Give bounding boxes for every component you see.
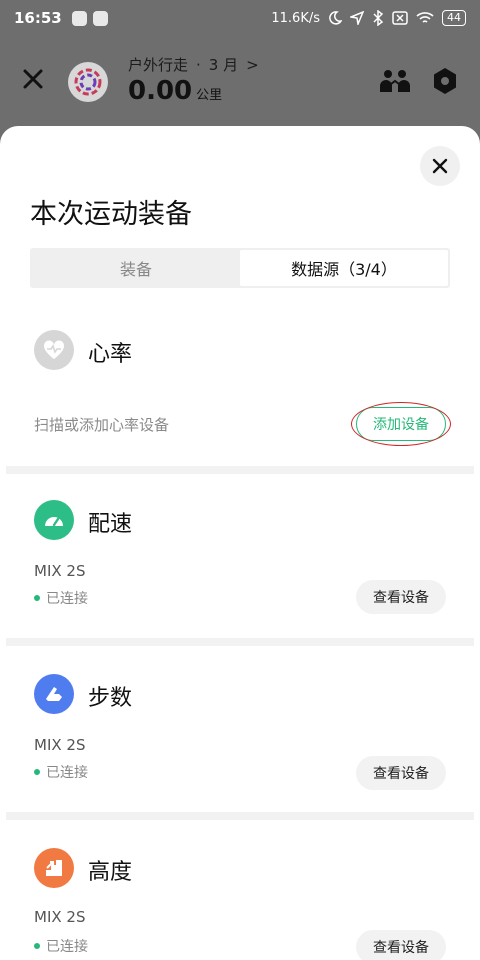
sensor-card-altitude: 高度 MIX 2S 已连接 查看设备 — [0, 820, 480, 960]
telegram-icon — [71, 10, 87, 26]
sensor-hint: 扫描或添加心率设备 — [34, 416, 170, 434]
no-sim-icon — [392, 11, 408, 25]
card-separator — [6, 466, 474, 474]
sensor-title: 配速 — [88, 512, 133, 537]
sensor-title: 高度 — [88, 860, 133, 885]
activity-month: 3 月 — [208, 56, 239, 74]
group-icon[interactable] — [378, 66, 412, 96]
device-name: MIX 2S — [34, 908, 86, 926]
sensor-title: 心率 — [88, 342, 133, 367]
tab-equipment[interactable]: 装备 — [32, 250, 240, 286]
connection-status: 已连接 — [34, 936, 88, 956]
moon-icon — [329, 11, 342, 25]
sensor-card-steps: 步数 MIX 2S 已连接 查看设备 — [0, 646, 480, 812]
status-notification-icons — [71, 10, 108, 26]
connected-dot-icon — [34, 943, 40, 949]
distance-unit: 公里 — [196, 88, 223, 103]
connected-dot-icon — [34, 595, 40, 601]
location-icon — [350, 11, 364, 25]
sensor-card-pace: 配速 MIX 2S 已连接 查看设备 — [0, 474, 480, 638]
connection-status-text: 已连接 — [46, 591, 88, 607]
sensor-title: 步数 — [88, 686, 133, 711]
status-bar: 16:53 11.6K/s 44 — [0, 0, 480, 36]
equipment-sheet: 本次运动装备 装备 数据源（3/4） 心率 扫描或添加心率设备 添加设备 配速 … — [0, 126, 480, 960]
tab-data-sources[interactable]: 数据源（3/4） — [240, 250, 448, 286]
distance-display: 0.00 公里 — [128, 76, 222, 106]
sensor-card-heart-rate: 心率 扫描或添加心率设备 添加设备 — [0, 316, 480, 466]
chevron-right-icon: > — [246, 55, 259, 74]
view-device-button[interactable]: 查看设备 — [356, 930, 446, 960]
heart-rate-icon — [34, 330, 74, 370]
bluetooth-icon — [373, 10, 384, 26]
card-separator — [6, 812, 474, 820]
app-notification-icon — [92, 10, 108, 26]
activity-title-row[interactable]: 户外行走 · 3 月 > — [128, 54, 259, 75]
view-device-button[interactable]: 查看设备 — [356, 756, 446, 790]
card-separator — [6, 638, 474, 646]
close-icon — [432, 158, 448, 174]
wifi-icon — [416, 12, 434, 23]
status-time: 16:53 — [14, 9, 62, 27]
view-device-button[interactable]: 查看设备 — [356, 580, 446, 614]
sheet-title: 本次运动装备 — [30, 199, 192, 230]
speedometer-icon — [34, 500, 74, 540]
connected-dot-icon — [34, 769, 40, 775]
sheet-close-button[interactable] — [420, 146, 460, 186]
status-right: 11.6K/s 44 — [271, 10, 466, 26]
connection-status: 已连接 — [34, 588, 88, 608]
connection-status-text: 已连接 — [46, 939, 88, 955]
shoe-icon — [34, 674, 74, 714]
title-separator: · — [196, 55, 201, 74]
device-name: MIX 2S — [34, 736, 86, 754]
distance-value: 0.00 — [128, 76, 193, 106]
activity-logo-icon — [68, 62, 108, 102]
stairs-icon — [34, 848, 74, 888]
annotation-circle — [351, 402, 451, 446]
connection-status-text: 已连接 — [46, 765, 88, 781]
activity-name: 户外行走 — [128, 56, 189, 74]
workout-header: 户外行走 · 3 月 > 0.00 公里 — [0, 40, 480, 126]
connection-status: 已连接 — [34, 762, 88, 782]
device-name: MIX 2S — [34, 562, 86, 580]
network-speed: 11.6K/s — [271, 10, 320, 26]
close-icon[interactable] — [18, 64, 48, 94]
battery-icon: 44 — [442, 10, 466, 26]
tab-bar: 装备 数据源（3/4） — [30, 248, 450, 288]
hexagon-settings-icon[interactable] — [428, 66, 462, 96]
